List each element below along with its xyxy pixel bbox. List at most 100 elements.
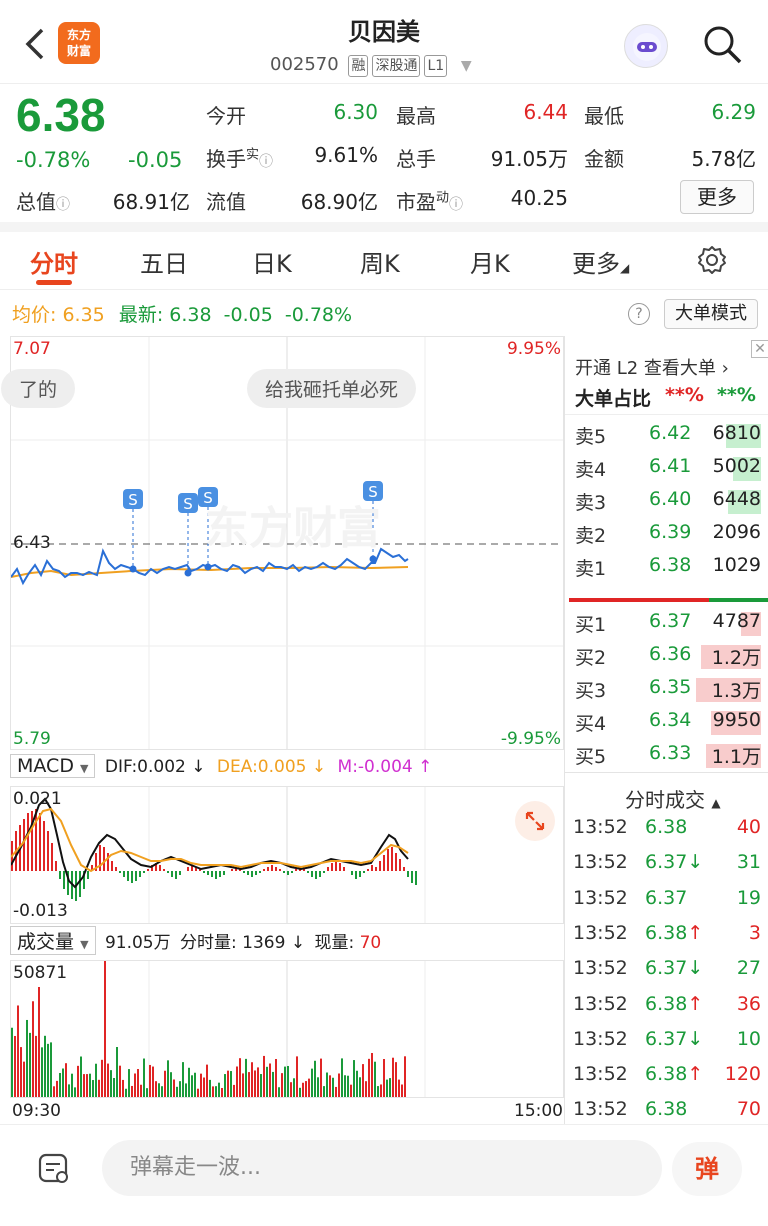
macd-histogram-bar — [175, 871, 177, 879]
macd-histogram-bar — [107, 853, 109, 871]
search-icon[interactable] — [700, 22, 744, 66]
avg-label: 均价: — [12, 304, 57, 326]
open-value: 6.30 — [333, 100, 378, 124]
volume-bar — [110, 1070, 112, 1097]
change-percent: -0.78% — [16, 148, 91, 172]
tab-intraday[interactable]: 分时 — [30, 244, 78, 279]
volume-bar — [95, 1063, 97, 1097]
macd-histogram-bar — [415, 871, 417, 885]
volume-bar — [350, 1084, 352, 1097]
volume-bar — [242, 1073, 244, 1097]
gear-icon[interactable] — [696, 244, 728, 276]
more-quote-button[interactable]: 更多 — [680, 180, 754, 214]
danmu-send-button[interactable]: 弹 — [672, 1142, 742, 1196]
macd-histogram-bar — [391, 847, 393, 871]
bid-price: 6.36 — [649, 643, 692, 665]
volume-bar — [194, 1072, 196, 1097]
current-price: 6.38 — [16, 89, 106, 141]
tab-five-day[interactable]: 五日 — [140, 244, 188, 279]
ask-row[interactable]: 卖3 6.40 6448 — [565, 488, 768, 518]
volume-bar — [65, 1063, 67, 1097]
ask-row[interactable]: 卖4 6.41 5002 — [565, 455, 768, 485]
ask-row[interactable]: 卖5 6.42 6810 — [565, 422, 768, 452]
macd-y-top: 0.021 — [13, 789, 62, 809]
volume-bar — [371, 1053, 373, 1097]
tab-weekly-k[interactable]: 周K — [360, 244, 400, 279]
volume-bar — [29, 1032, 31, 1097]
macd-histogram-bar — [363, 871, 365, 873]
help-icon[interactable]: ? — [628, 303, 650, 325]
volume-bar — [140, 1084, 142, 1097]
close-icon[interactable]: ✕ — [751, 340, 768, 358]
volume-selector[interactable]: 成交量 ▼ — [10, 926, 96, 955]
volume-bar — [260, 1074, 262, 1097]
tab-more[interactable]: 更多◢ — [572, 244, 629, 279]
trades-title[interactable]: 分时成交 ▲ — [625, 784, 721, 813]
volume-bar — [335, 1086, 337, 1097]
macd-histogram-bar — [247, 871, 249, 875]
macd-histogram-bar — [39, 813, 41, 871]
ask-row[interactable]: 卖2 6.39 2096 — [565, 521, 768, 551]
bid-level-label: 买2 — [575, 647, 607, 669]
macd-histogram-bar — [331, 863, 333, 871]
bid-row[interactable]: 买2 6.36 1.2万 — [565, 643, 768, 673]
volume-bar — [164, 1070, 166, 1097]
trade-price: 6.37↓ — [645, 957, 704, 980]
pct-axis-top: 9.95% — [506, 339, 561, 359]
volume-bar — [218, 1082, 220, 1097]
expand-button[interactable] — [515, 801, 555, 841]
assistant-avatar[interactable] — [624, 24, 668, 68]
volume-bar — [227, 1070, 229, 1097]
volume-bar — [116, 1047, 118, 1097]
intraday-chart[interactable]: S S S S 东方财富 7.07 9.95% 6.43 5.79 -9.95%… — [1, 336, 564, 750]
volume-bar — [89, 1073, 91, 1097]
volume-bar — [47, 1043, 49, 1097]
volume-bar — [275, 1058, 277, 1097]
macd-histogram-bar — [179, 871, 181, 875]
volume-bar — [221, 1087, 223, 1097]
volume-bar — [269, 1063, 271, 1097]
volume-bar — [296, 1056, 298, 1097]
volume-bar — [326, 1072, 328, 1097]
chevron-down-icon[interactable]: ▼ — [461, 58, 472, 74]
bid-row[interactable]: 买3 6.35 1.3万 — [565, 676, 768, 706]
tab-daily-k[interactable]: 日K — [252, 244, 292, 279]
volume-bar — [134, 1073, 136, 1097]
bid-price: 6.35 — [649, 676, 692, 698]
trade-volume: 3 — [748, 921, 761, 944]
volume-bar — [287, 1065, 289, 1097]
right-panel: 开通 L2 查看大单 › ✕ 大单占比 **% **% 卖5 6.42 6810 卖4… — [564, 336, 768, 1126]
ask-row[interactable]: 卖1 6.38 1029 — [565, 554, 768, 584]
volume-bar — [395, 1062, 397, 1097]
volume-bar — [71, 1073, 73, 1097]
tab-monthly-k[interactable]: 月K — [470, 244, 510, 279]
macd-selector[interactable]: MACD ▼ — [10, 754, 96, 778]
ask-price: 6.39 — [649, 521, 692, 543]
volume-bar — [263, 1055, 265, 1097]
high-value: 6.44 — [523, 100, 568, 124]
volume-bar — [206, 1064, 208, 1097]
bid-row[interactable]: 买5 6.33 1.1万 — [565, 742, 768, 772]
macd-chart: 0.021 -0.013 — [10, 786, 564, 924]
volume-bar — [392, 1057, 394, 1097]
macd-histogram-bar — [207, 871, 209, 875]
sell-marker-label: S — [368, 483, 378, 501]
volume-bar — [278, 1087, 280, 1097]
expand-icon — [525, 811, 545, 831]
latest-label: 最新: — [118, 304, 164, 326]
pct-axis-bottom: -9.95% — [500, 729, 561, 749]
notes-icon[interactable] — [36, 1150, 72, 1186]
volume-bar — [101, 1059, 103, 1097]
l2-banner[interactable]: 开通 L2 查看大单 › — [575, 354, 729, 380]
danmu-input[interactable]: 弹幕走一波... — [102, 1140, 662, 1196]
trade-direction: ↑ — [687, 1063, 704, 1086]
macd-histogram-bar — [47, 831, 49, 871]
bid-row[interactable]: 买4 6.34 9950 — [565, 709, 768, 739]
volume-bar — [212, 1086, 214, 1097]
big-order-mode-button[interactable]: 大单模式 — [664, 299, 758, 329]
ratio-bar-green — [709, 598, 768, 602]
volume-bar — [20, 1047, 22, 1097]
bid-row[interactable]: 买1 6.37 4787 — [565, 610, 768, 640]
volume-bar — [188, 1067, 190, 1097]
trade-price: 6.37↓ — [645, 851, 704, 874]
